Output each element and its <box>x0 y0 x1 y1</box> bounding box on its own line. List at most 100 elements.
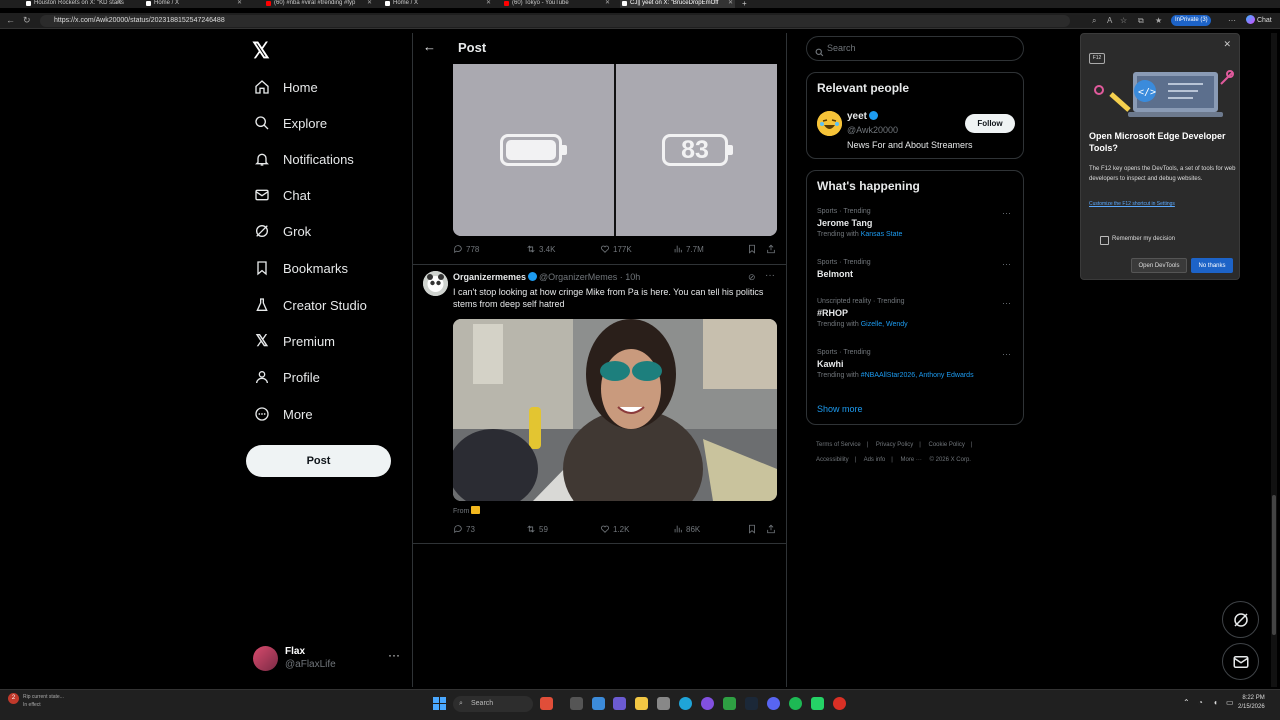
inprivate-badge[interactable]: InPrivate (3) <box>1171 15 1211 26</box>
copilot-chat-button[interactable]: Chat <box>1246 15 1272 24</box>
post-button[interactable]: Post <box>246 445 391 477</box>
browser-tab[interactable]: Home / X ✕ <box>144 0 244 8</box>
more-dots-icon[interactable]: ··· <box>1002 349 1011 359</box>
footer-link[interactable]: Cookie Policy <box>929 442 965 448</box>
messages-float-button[interactable] <box>1222 643 1259 680</box>
app-icon[interactable] <box>657 697 670 710</box>
post-image-pair[interactable]: 83 <box>453 64 777 236</box>
post-photo[interactable] <box>453 319 777 501</box>
weather-widget[interactable]: Rip current state... In effect <box>23 693 64 709</box>
sidebar-item-profile[interactable]: Profile <box>253 362 320 392</box>
spotify-icon[interactable] <box>789 697 802 710</box>
views-button[interactable]: 86K <box>673 524 700 534</box>
close-tab-icon[interactable]: ✕ <box>237 0 242 7</box>
more-dots-icon[interactable]: ··· <box>1002 208 1011 218</box>
trend-item[interactable]: Sports · Trending Kawhi Trending with #N… <box>817 349 1017 379</box>
edge-icon[interactable] <box>679 697 692 710</box>
share-button[interactable] <box>766 524 779 534</box>
grok-float-button[interactable] <box>1222 601 1259 638</box>
browser-tab[interactable]: (60) Tokyo - YouTube ✕ <box>502 0 612 8</box>
browser-tab[interactable]: (60) #nba #viral #trending #fyp ✕ <box>264 0 374 8</box>
no-thanks-button[interactable]: No thanks <box>1191 258 1233 273</box>
favorites-icon[interactable]: ★ <box>1155 16 1162 25</box>
footer-link[interactable]: More ··· <box>901 457 922 463</box>
steam-icon[interactable] <box>745 697 758 710</box>
browser-tab-active[interactable]: CJ|| yeet on X: "BruceDropEmOff ✕ <box>620 0 735 8</box>
zoom-icon[interactable]: ⌕ <box>1092 16 1096 26</box>
account-more-icon[interactable]: ··· <box>388 648 400 662</box>
close-tab-icon[interactable]: ✕ <box>117 0 122 7</box>
footer-link[interactable]: Privacy Policy <box>876 442 913 448</box>
sidebar-item-home[interactable]: Home <box>253 72 318 102</box>
app-icon[interactable] <box>723 697 736 710</box>
favorite-star-icon[interactable]: ☆ <box>1120 16 1127 25</box>
sidebar-item-creator-studio[interactable]: Creator Studio <box>253 290 367 320</box>
customize-shortcut-link[interactable]: Customize the F12 shortcut in Settings <box>1089 201 1175 207</box>
grok-icon[interactable]: ⊘ <box>748 272 756 283</box>
repost-button[interactable]: 59 <box>526 524 548 534</box>
follow-button[interactable]: Follow <box>965 114 1015 133</box>
back-arrow-icon[interactable]: ← <box>423 39 436 54</box>
menu-dots-icon[interactable]: ⋯ <box>1228 16 1236 25</box>
tray-chevron-icon[interactable]: ⌃ <box>1183 698 1190 707</box>
app-icon[interactable] <box>540 697 553 710</box>
app-icon[interactable] <box>811 697 824 710</box>
more-dots-icon[interactable]: ··· <box>1002 259 1011 269</box>
share-button[interactable] <box>766 244 779 254</box>
trend-item[interactable]: Sports · Trending Belmont ··· <box>817 259 1017 279</box>
sidebar-item-notifications[interactable]: Notifications <box>253 144 354 174</box>
reply-button[interactable]: 778 <box>453 244 479 254</box>
show-more-link[interactable]: Show more <box>817 404 863 414</box>
views-button[interactable]: 7.7M <box>673 244 704 254</box>
sidebar-item-bookmarks[interactable]: Bookmarks <box>253 253 348 283</box>
close-tab-icon[interactable]: ✕ <box>367 0 372 7</box>
person-name[interactable]: yeet <box>847 111 880 122</box>
more-dots-icon[interactable]: ··· <box>765 270 775 281</box>
new-tab-button[interactable]: + <box>740 0 754 8</box>
x-logo[interactable]: 𝕏 <box>252 38 270 64</box>
refresh-icon[interactable]: ↻ <box>23 15 31 26</box>
clock[interactable]: 8:22 PM 2/15/2026 <box>1238 694 1265 712</box>
more-dots-icon[interactable]: ··· <box>1002 298 1011 308</box>
sidebar-item-more[interactable]: More <box>253 399 313 429</box>
volume-icon[interactable]: ◖ <box>1213 698 1218 707</box>
notification-icon[interactable]: 2 <box>8 693 19 704</box>
avatar[interactable] <box>817 111 842 136</box>
file-explorer-icon[interactable] <box>635 697 648 710</box>
read-aloud-icon[interactable]: A <box>1107 16 1112 25</box>
remember-checkbox[interactable] <box>1100 236 1109 245</box>
taskbar-search[interactable]: ⌕ Search <box>453 696 533 712</box>
url-field[interactable]: https://x.com/Awk20000/status/2023188152… <box>40 15 1070 27</box>
search-input[interactable]: Search <box>806 36 1024 61</box>
scrollbar-thumb[interactable] <box>1272 495 1276 635</box>
close-tab-icon[interactable]: ✕ <box>605 0 610 7</box>
reply-button[interactable]: 73 <box>453 524 475 534</box>
app-icon[interactable] <box>570 697 583 710</box>
sidebar-item-chat[interactable]: Chat <box>253 180 310 210</box>
open-devtools-button[interactable]: Open DevTools <box>1131 258 1187 273</box>
like-button[interactable]: 1.2K <box>600 524 629 534</box>
close-icon[interactable]: ✕ <box>1223 39 1231 50</box>
like-button[interactable]: 177K <box>600 244 632 254</box>
repost-button[interactable]: 3.4K <box>526 244 555 254</box>
trend-item[interactable]: Sports · Trending Jerome Tang Trending w… <box>817 208 1017 238</box>
app-icon[interactable] <box>592 697 605 710</box>
browser-tab[interactable]: Home / X ✕ <box>383 0 493 8</box>
wifi-icon[interactable]: ◔ <box>1198 698 1203 707</box>
app-icon[interactable] <box>833 697 846 710</box>
tweet-author[interactable]: Organizermemes @OrganizerMemes · 10h <box>453 272 640 282</box>
avatar[interactable] <box>423 271 448 296</box>
sidebar-item-grok[interactable]: Grok <box>253 216 311 246</box>
windows-start-icon[interactable] <box>433 697 446 710</box>
app-icon[interactable] <box>613 697 626 710</box>
footer-link[interactable]: Terms of Service <box>816 442 861 448</box>
extensions-icon[interactable]: ⧉ <box>1138 16 1144 26</box>
bookmark-button[interactable] <box>747 524 760 534</box>
account-switcher[interactable]: Flax @aFlaxLife ··· <box>253 646 403 674</box>
footer-link[interactable]: Accessibility <box>816 457 849 463</box>
app-icon[interactable] <box>701 697 714 710</box>
trend-item[interactable]: Unscripted reality · Trending #RHOP Tren… <box>817 298 1017 328</box>
close-tab-icon[interactable]: ✕ <box>728 0 733 7</box>
back-icon[interactable]: ← <box>6 15 15 25</box>
close-tab-icon[interactable]: ✕ <box>486 0 491 7</box>
